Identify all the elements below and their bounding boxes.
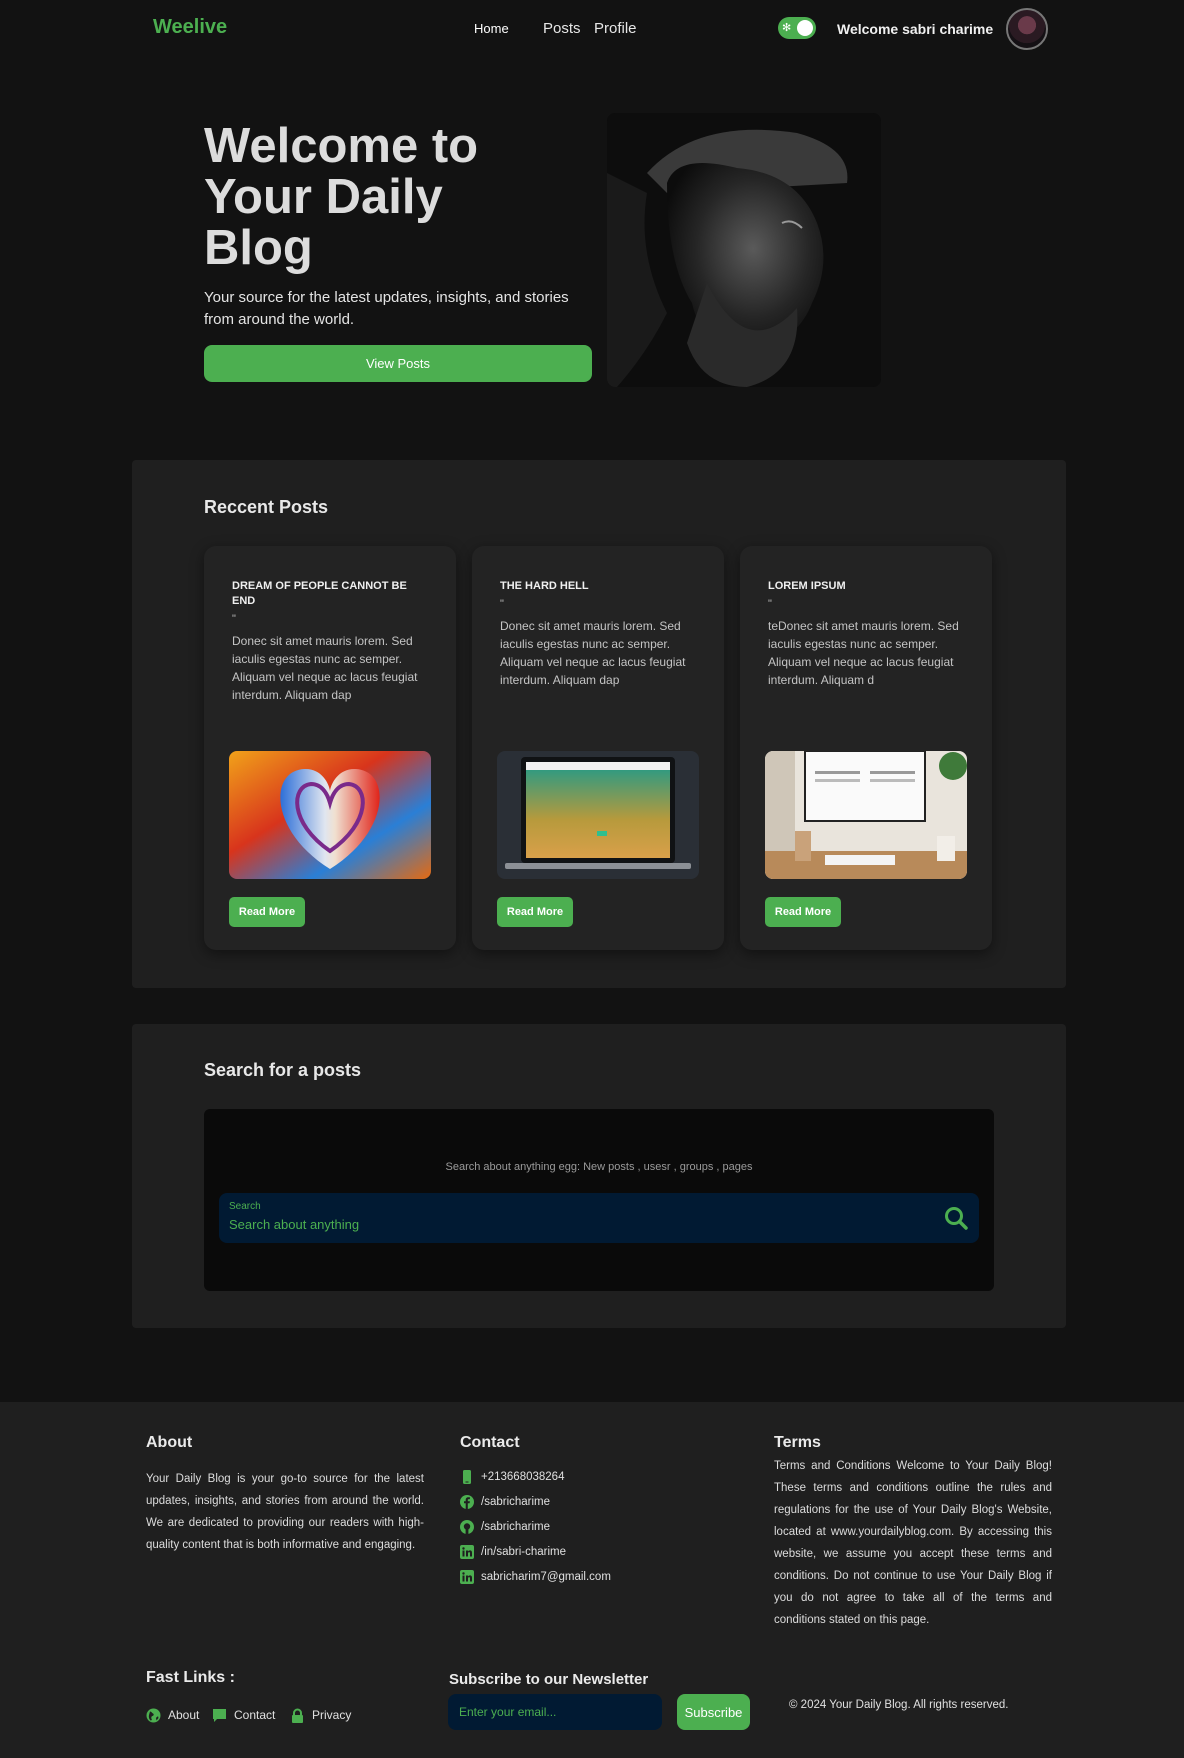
lock-icon xyxy=(292,1708,303,1723)
post-quote: " xyxy=(232,613,236,625)
post-image-heart[interactable] xyxy=(229,751,431,879)
post-title: DREAM OF PEOPLE CANNOT BE END xyxy=(232,580,407,607)
post-excerpt: teDonec sit amet mauris lorem. Sed iacul… xyxy=(768,619,959,687)
hero-title: Welcome to Your Daily Blog xyxy=(204,119,479,275)
hero-portrait-image xyxy=(607,113,881,387)
sun-icon: ✻ xyxy=(782,22,792,34)
read-more-button[interactable]: Read More xyxy=(765,897,841,927)
copyright-text: © 2024 Your Daily Blog. All rights reser… xyxy=(789,1699,1009,1711)
footer-about-text: Your Daily Blog is your go-to source for… xyxy=(146,1473,424,1551)
contact-github-text: /sabricharime xyxy=(481,1521,551,1533)
search-input[interactable] xyxy=(229,1217,909,1232)
linkedin-icon xyxy=(460,1545,474,1559)
footer-contact-title: Contact xyxy=(460,1434,520,1451)
fast-link-contact-label: Contact xyxy=(234,1708,276,1722)
search-field[interactable]: Search xyxy=(219,1193,979,1243)
toggle-knob xyxy=(797,20,813,36)
footer-terms-text: Terms and Conditions Welcome to Your Dai… xyxy=(774,1460,1052,1626)
post-title: THE HARD HELL xyxy=(500,580,589,592)
post-card: THE HARD HELL " Donec sit amet mauris lo… xyxy=(472,546,724,950)
recent-posts-title: Reccent Posts xyxy=(204,497,329,517)
post-quote: " xyxy=(768,598,772,610)
subscribe-button[interactable]: Subscribe xyxy=(677,1694,750,1730)
contact-phone[interactable]: +213668038264 xyxy=(460,1469,564,1485)
fast-link-privacy-label: Privacy xyxy=(312,1708,352,1722)
contact-facebook[interactable]: /sabricharime xyxy=(460,1494,550,1510)
post-excerpt: Donec sit amet mauris lorem. Sed iaculis… xyxy=(500,619,686,687)
welcome-text: Welcome sabri charime xyxy=(837,21,994,37)
fast-link-about-label: About xyxy=(168,1708,200,1722)
search-box: Search about anything egg: New posts , u… xyxy=(204,1109,994,1291)
fast-links-title: Fast Links : xyxy=(146,1669,235,1686)
contact-email[interactable]: sabricharim7@gmail.com xyxy=(460,1569,611,1585)
phone-icon xyxy=(463,1470,471,1484)
newsletter-title: Subscribe to our Newsletter xyxy=(449,1671,649,1688)
post-card: DREAM OF PEOPLE CANNOT BE END " Donec si… xyxy=(204,546,456,950)
search-hint: Search about anything egg: New posts , u… xyxy=(445,1161,753,1173)
facebook-icon xyxy=(460,1495,474,1509)
read-more-button[interactable]: Read More xyxy=(229,897,305,927)
contact-github[interactable]: /sabricharime xyxy=(460,1519,550,1535)
search-icon[interactable] xyxy=(943,1205,969,1231)
nav-link-profile[interactable]: Profile xyxy=(594,20,637,37)
newsletter-email-input[interactable] xyxy=(448,1694,662,1730)
read-more-button[interactable]: Read More xyxy=(497,897,573,927)
theme-toggle[interactable]: ✻ xyxy=(778,17,816,39)
fast-link-privacy[interactable]: Privacy xyxy=(290,1707,351,1723)
top-navbar: Weelive Home Posts Profile ✻ Welcome sab… xyxy=(0,0,1184,58)
search-section-title: Search for a posts xyxy=(204,1060,362,1080)
recent-posts-section: Reccent Posts DREAM OF PEOPLE CANNOT BE … xyxy=(132,460,1066,988)
view-posts-button[interactable]: View Posts xyxy=(204,345,592,382)
post-quote: " xyxy=(500,598,504,610)
linkedin-icon xyxy=(460,1570,474,1584)
contact-linkedin[interactable]: /in/sabri-charime xyxy=(460,1544,566,1560)
contact-linkedin-text: /in/sabri-charime xyxy=(481,1546,566,1558)
contact-facebook-text: /sabricharime xyxy=(481,1496,551,1508)
fast-link-about[interactable]: About xyxy=(146,1707,199,1723)
globe-icon xyxy=(146,1708,161,1722)
user-avatar[interactable] xyxy=(1006,8,1048,50)
chat-icon xyxy=(213,1708,226,1722)
nav-link-home[interactable]: Home xyxy=(474,21,509,36)
contact-email-text: sabricharim7@gmail.com xyxy=(481,1571,611,1583)
post-image-desk[interactable] xyxy=(765,751,967,879)
hero-subtitle: Your source for the latest updates, insi… xyxy=(204,289,569,328)
footer-terms-title: Terms xyxy=(774,1434,821,1451)
post-image-laptop[interactable] xyxy=(497,751,699,879)
search-section: Search for a posts Search about anything… xyxy=(132,1024,1066,1328)
post-title: LOREM IPSUM xyxy=(768,580,846,592)
brand-logo[interactable]: Weelive xyxy=(153,16,227,39)
nav-link-posts[interactable]: Posts xyxy=(543,20,581,37)
github-icon xyxy=(460,1520,474,1534)
search-label: Search xyxy=(229,1201,261,1212)
post-excerpt: Donec sit amet mauris lorem. Sed iaculis… xyxy=(232,634,418,702)
contact-phone-text: +213668038264 xyxy=(481,1471,565,1483)
footer-about-title: About xyxy=(146,1434,193,1451)
fast-link-contact[interactable]: Contact xyxy=(212,1707,275,1723)
post-card: LOREM IPSUM " teDonec sit amet mauris lo… xyxy=(740,546,992,950)
